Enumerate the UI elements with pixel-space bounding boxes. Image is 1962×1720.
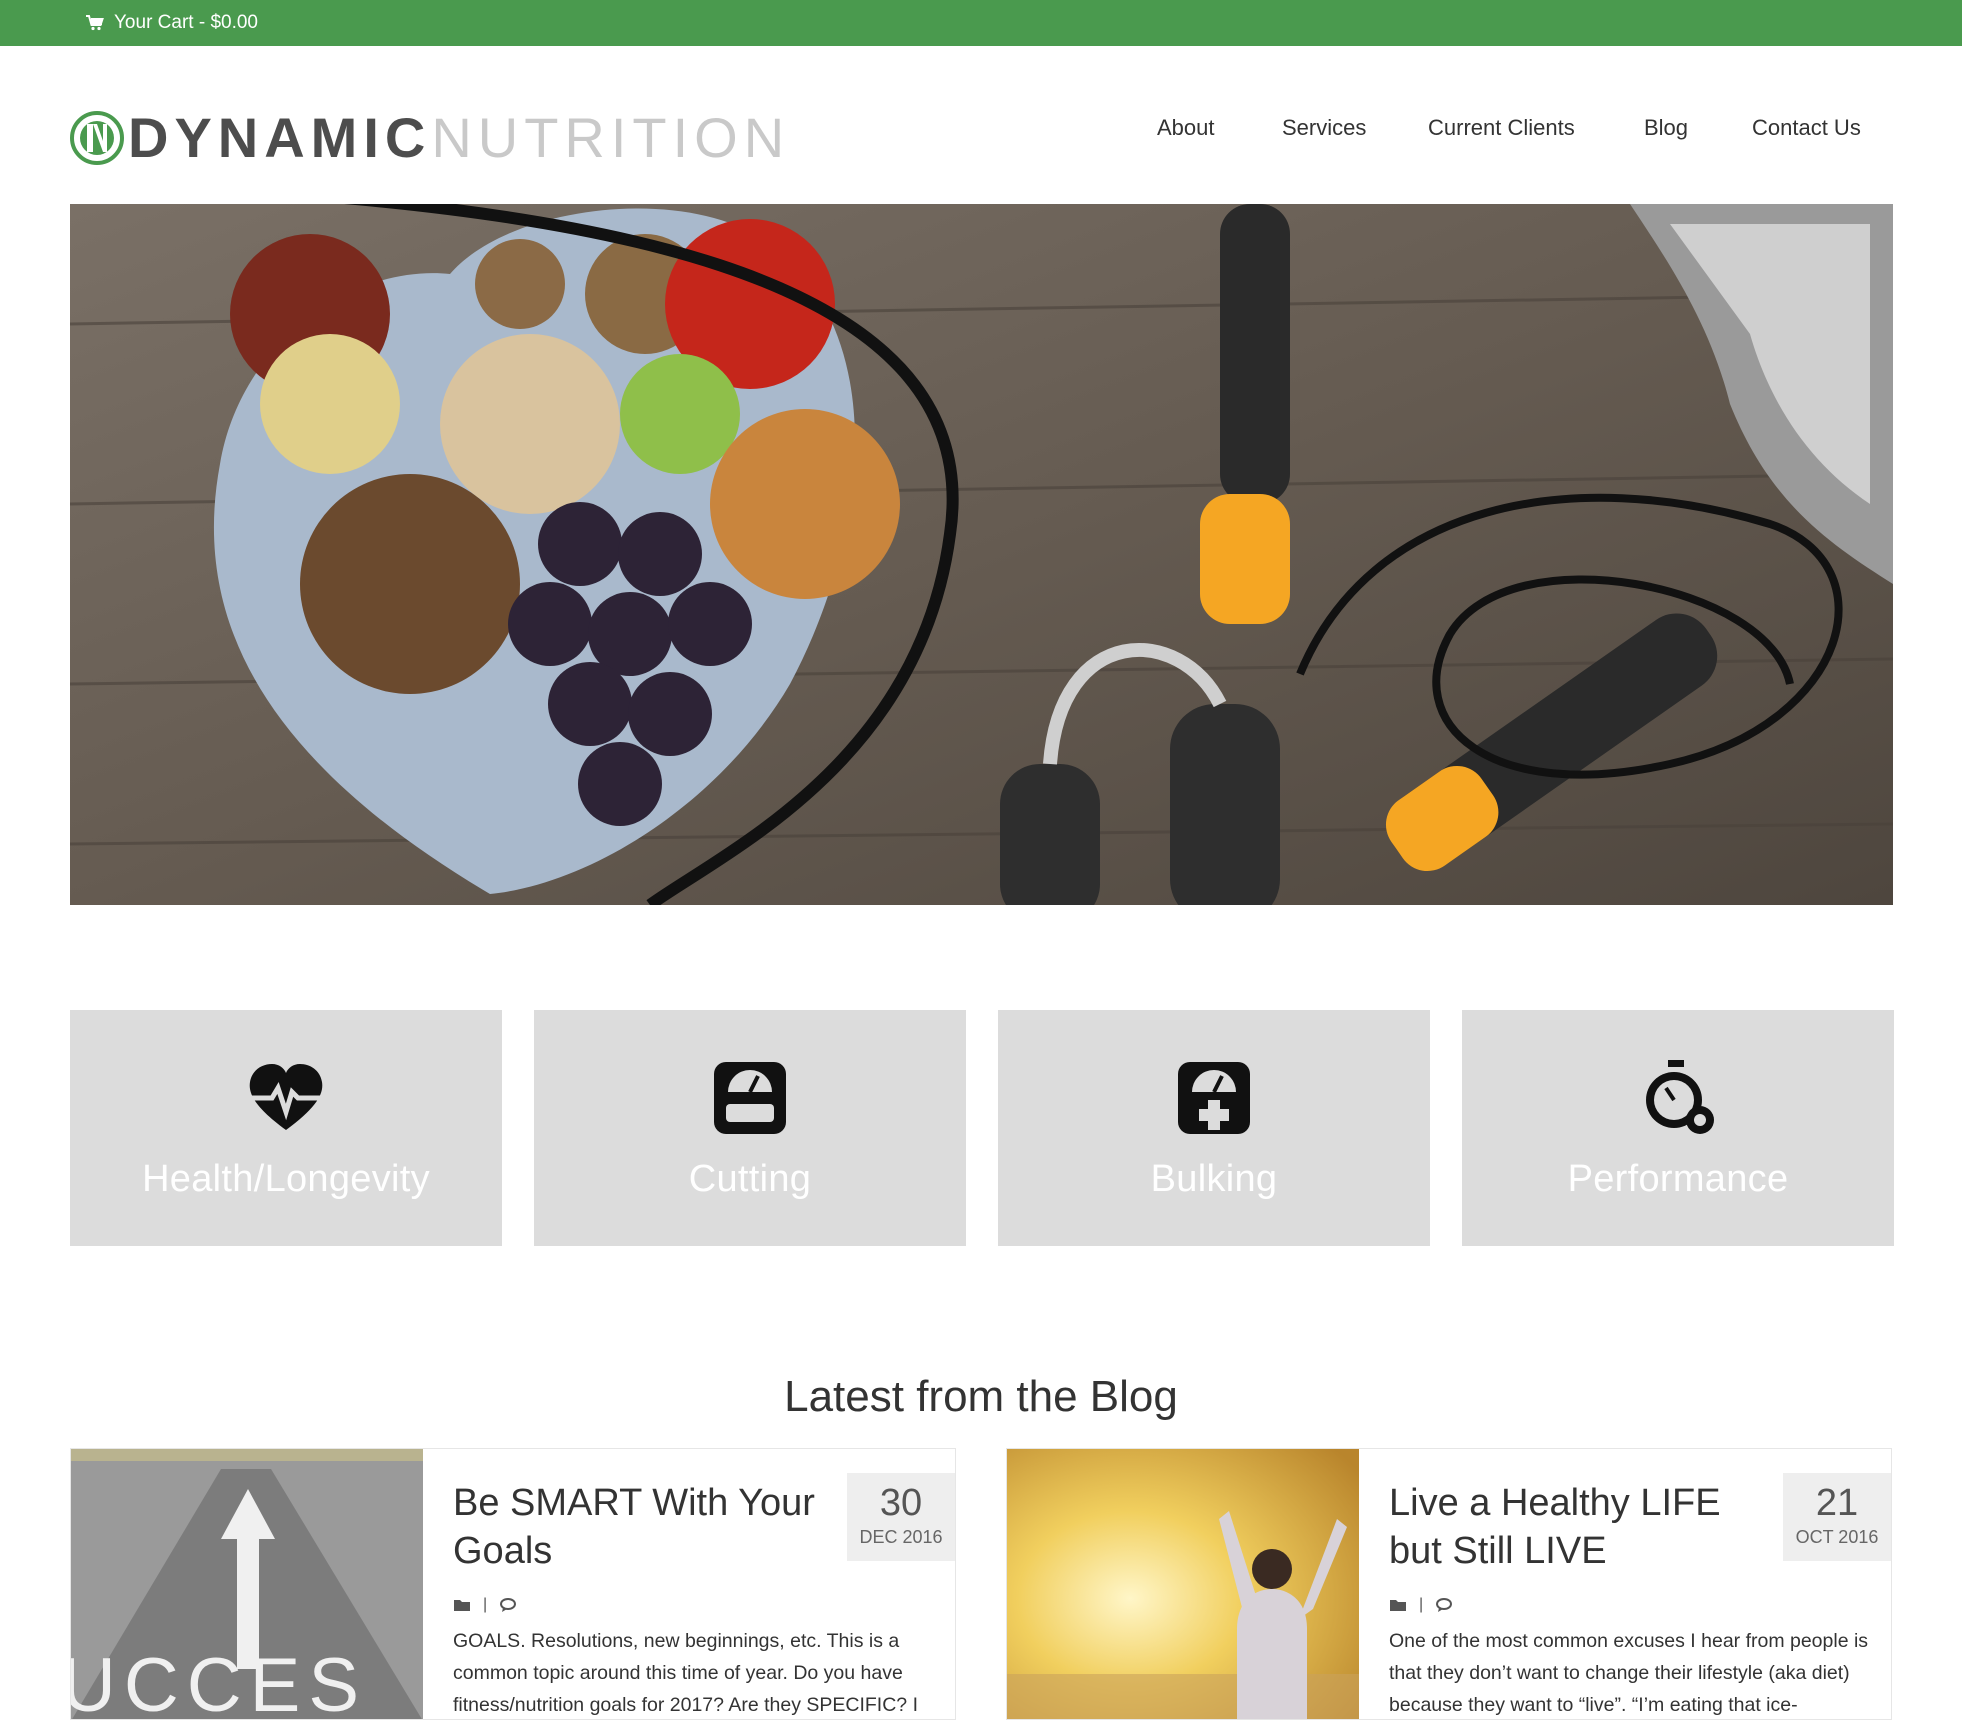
- nav-item-current-clients[interactable]: Current Clients: [1428, 115, 1575, 141]
- service-label: Health/Longevity: [142, 1158, 430, 1200]
- blog-post-card: Live a Healthy LIFE but Still LIVE 21 OC…: [1006, 1448, 1892, 1720]
- nav-item-services[interactable]: Services: [1282, 115, 1366, 141]
- comments-icon[interactable]: [1435, 1597, 1453, 1613]
- meta-separator: |: [1419, 1596, 1424, 1613]
- thumb-overlay-text: UCCES: [71, 1643, 367, 1720]
- post-meta: |: [1389, 1595, 1453, 1615]
- service-health-longevity[interactable]: Health/Longevity: [70, 1010, 502, 1246]
- meta-separator: |: [483, 1596, 488, 1613]
- stopwatch-gear-icon: [1646, 1060, 1714, 1134]
- post-date-badge: 30 DEC 2016: [847, 1473, 955, 1561]
- post-date-month: DEC 2016: [859, 1527, 943, 1547]
- scale-plus-icon: [1178, 1062, 1250, 1134]
- service-label: Cutting: [688, 1158, 812, 1200]
- service-label: Performance: [1567, 1158, 1789, 1200]
- post-date-month: OCT 2016: [1795, 1527, 1879, 1547]
- service-performance[interactable]: Performance: [1462, 1010, 1894, 1246]
- scale-icon: [714, 1062, 786, 1134]
- blog-heading: Latest from the Blog: [784, 1372, 1178, 1421]
- comments-icon[interactable]: [499, 1597, 517, 1613]
- post-thumbnail[interactable]: UCCES: [71, 1449, 423, 1720]
- cart-label: Your Cart - $0.00: [114, 12, 258, 33]
- hero-image: [70, 204, 1893, 905]
- heart-pulse-icon: [248, 1064, 324, 1130]
- nav-item-contact-us[interactable]: Contact Us: [1752, 115, 1861, 141]
- post-title[interactable]: Be SMART With Your Goals: [453, 1479, 833, 1575]
- post-excerpt: GOALS. Resolutions, new beginnings, etc.…: [453, 1630, 918, 1716]
- folder-icon[interactable]: [1389, 1597, 1407, 1613]
- post-date-day: 30: [879, 1482, 923, 1524]
- post-meta: |: [453, 1595, 517, 1615]
- post-date-day: 21: [1815, 1482, 1859, 1524]
- post-excerpt: One of the most common excuses I hear fr…: [1389, 1630, 1869, 1716]
- blog-post-card: UCCES Be SMART With Your Goals 30 DEC 20…: [70, 1448, 956, 1720]
- main-nav: About Services Current Clients Blog Cont…: [0, 115, 1962, 147]
- service-cutting[interactable]: Cutting: [534, 1010, 966, 1246]
- post-thumbnail[interactable]: [1007, 1449, 1359, 1719]
- folder-icon[interactable]: [453, 1597, 471, 1613]
- service-bulking[interactable]: Bulking: [998, 1010, 1430, 1246]
- post-date-badge: 21 OCT 2016: [1783, 1473, 1891, 1561]
- nav-item-about[interactable]: About: [1157, 115, 1215, 141]
- post-title[interactable]: Live a Healthy LIFE but Still LIVE: [1389, 1479, 1769, 1575]
- cart-link[interactable]: Your Cart - $0.00: [86, 8, 258, 38]
- cart-icon: [86, 15, 104, 31]
- top-bar: Your Cart - $0.00: [0, 0, 1962, 46]
- nav-item-blog[interactable]: Blog: [1644, 115, 1688, 141]
- service-label: Bulking: [1150, 1158, 1278, 1200]
